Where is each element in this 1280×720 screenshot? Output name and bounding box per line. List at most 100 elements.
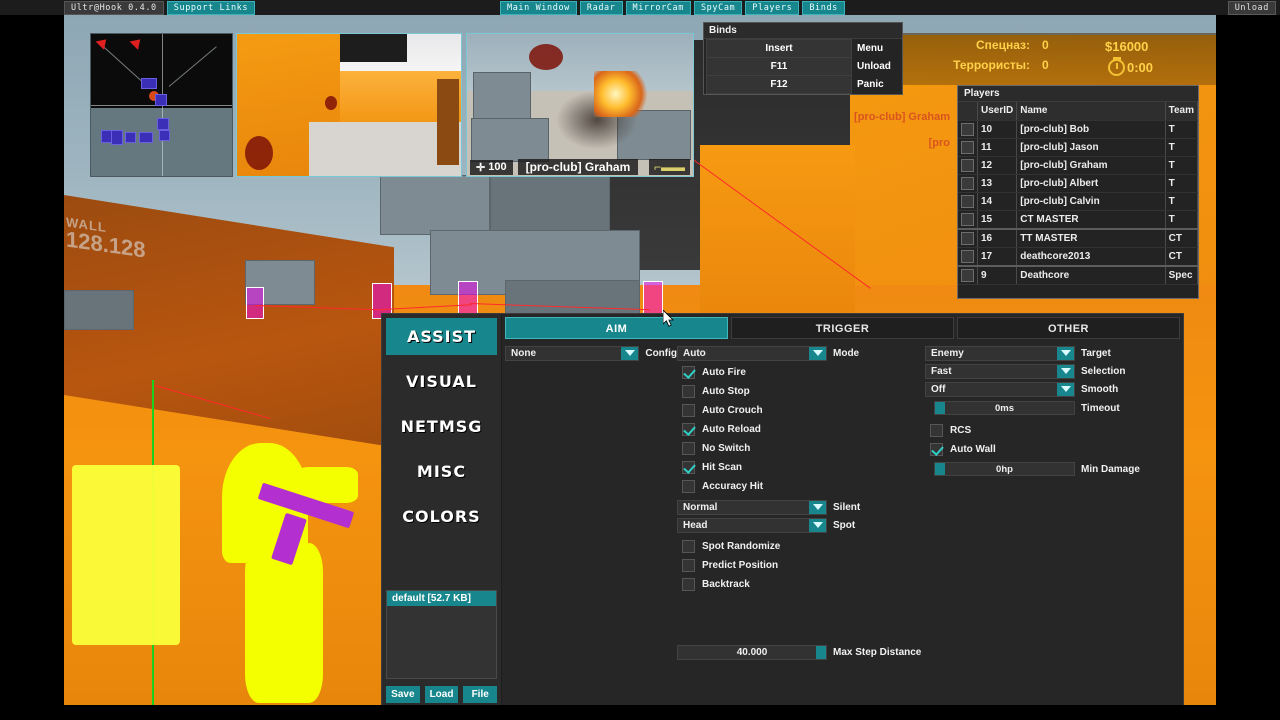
checkbox-row-auto-reload[interactable]: Auto Reload <box>677 420 925 438</box>
unload-button[interactable]: Unload <box>1227 1 1276 15</box>
menu-main-window[interactable]: Main Window <box>500 1 577 15</box>
table-row[interactable]: 13 [pro-club] Albert T <box>958 174 1198 193</box>
selection-dropdown[interactable]: Fast <box>925 363 1075 379</box>
checkbox-row-auto-crouch[interactable]: Auto Crouch <box>677 401 925 419</box>
bind-key[interactable]: F12 <box>706 75 852 94</box>
tab-aim[interactable]: AIM <box>505 317 728 339</box>
sidebar-item-visual[interactable]: VISUAL <box>386 363 497 400</box>
checkbox-row-auto-stop[interactable]: Auto Stop <box>677 382 925 400</box>
timeout-slider[interactable]: 0ms <box>934 401 1075 415</box>
table-row[interactable]: 12 [pro-club] Graham T <box>958 156 1198 175</box>
player-select-cell[interactable] <box>958 192 978 211</box>
config-file-item[interactable]: default [52.7 KB] <box>387 591 496 606</box>
mirrorcam-panel[interactable] <box>236 33 462 177</box>
checkbox-accuracy-hit[interactable] <box>682 479 695 493</box>
timeout-slider-row[interactable]: 0ms Timeout <box>925 400 1175 416</box>
menu-players[interactable]: Players <box>745 1 800 15</box>
checkbox-row-spot-randomize[interactable]: Spot Randomize <box>677 537 925 555</box>
player-select-cell[interactable] <box>958 174 978 193</box>
players-window[interactable]: Players UserID Name Team 10 [pro-club] B… <box>957 85 1199 299</box>
player-select-cell[interactable] <box>958 227 978 248</box>
chevron-down-icon[interactable] <box>809 346 826 360</box>
chevron-down-icon[interactable] <box>621 346 639 360</box>
sidebar-item-misc[interactable]: MISC <box>386 453 497 490</box>
checkbox-auto-reload[interactable] <box>682 422 695 436</box>
tab-trigger[interactable]: TRIGGER <box>731 317 954 339</box>
mode-dropdown-row[interactable]: Auto Mode <box>677 345 925 361</box>
slider-handle[interactable] <box>935 463 945 475</box>
player-select-cell[interactable] <box>958 120 978 139</box>
checkbox-hit-scan[interactable] <box>682 460 695 474</box>
menu-mirrorcam[interactable]: MirrorCam <box>625 1 691 15</box>
player-select-cell[interactable] <box>958 247 978 266</box>
player-checkbox[interactable] <box>961 194 974 208</box>
chevron-down-icon[interactable] <box>809 518 826 532</box>
selection-dropdown-row[interactable]: Fast Selection <box>925 363 1175 379</box>
menu-spycam[interactable]: SpyCam <box>693 1 743 15</box>
sidebar-item-netmsg[interactable]: NETMSG <box>386 408 497 445</box>
table-row[interactable]: 16 TT MASTER CT <box>958 227 1198 248</box>
player-checkbox[interactable] <box>961 231 974 245</box>
player-checkbox[interactable] <box>961 249 974 263</box>
player-checkbox[interactable] <box>961 268 974 282</box>
checkbox-row-auto-wall[interactable]: Auto Wall <box>925 440 1175 458</box>
table-row[interactable]: 17 deathcore2013 CT <box>958 247 1198 266</box>
table-row[interactable]: 14 [pro-club] Calvin T <box>958 192 1198 211</box>
checkbox-auto-crouch[interactable] <box>682 403 695 417</box>
chevron-down-icon[interactable] <box>1057 364 1074 378</box>
tab-other[interactable]: OTHER <box>957 317 1180 339</box>
max-step-distance-slider[interactable]: 40.000 <box>677 645 827 660</box>
player-select-cell[interactable] <box>958 138 978 157</box>
mode-dropdown[interactable]: Auto <box>677 345 827 361</box>
chevron-down-icon[interactable] <box>1057 346 1074 360</box>
menu-radar[interactable]: Radar <box>579 1 623 15</box>
spycam-panel[interactable]: ✛ 100 [pro-club] Graham ⌐▬▬ <box>466 33 694 177</box>
player-select-cell[interactable] <box>958 210 978 229</box>
smooth-dropdown-row[interactable]: Off Smooth <box>925 381 1175 397</box>
checkbox-row-accuracy-hit[interactable]: Accuracy Hit <box>677 477 925 495</box>
bind-row[interactable]: F11 Unload <box>706 57 900 76</box>
radar-window[interactable] <box>90 33 233 177</box>
player-select-cell[interactable] <box>958 264 978 285</box>
chevron-down-icon[interactable] <box>1057 382 1074 396</box>
checkbox-row-hit-scan[interactable]: Hit Scan <box>677 458 925 476</box>
file-button[interactable]: File <box>463 686 498 703</box>
sidebar-item-colors[interactable]: COLORS <box>386 498 497 535</box>
slider-handle[interactable] <box>816 646 826 659</box>
checkbox-rcs[interactable] <box>930 423 943 437</box>
support-links-button[interactable]: Support Links <box>166 0 256 15</box>
cheat-main-window[interactable]: ASSIST VISUAL NETMSG MISC COLORS default… <box>381 313 1184 708</box>
target-dropdown[interactable]: Enemy <box>925 345 1075 361</box>
silent-dropdown[interactable]: Normal <box>677 499 827 515</box>
player-select-cell[interactable] <box>958 156 978 175</box>
sidebar-item-assist[interactable]: ASSIST <box>386 318 497 355</box>
checkbox-row-backtrack[interactable]: Backtrack <box>677 575 925 593</box>
table-row[interactable]: 10 [pro-club] Bob T <box>958 120 1198 139</box>
spot-dropdown-row[interactable]: Head Spot <box>677 517 925 533</box>
table-row[interactable]: 11 [pro-club] Jason T <box>958 138 1198 157</box>
load-button[interactable]: Load <box>424 686 459 703</box>
max-step-distance-row[interactable]: 40.000 Max Step Distance <box>677 645 921 660</box>
checkbox-row-predict-position[interactable]: Predict Position <box>677 556 925 574</box>
menu-binds[interactable]: Binds <box>802 1 845 15</box>
bind-key[interactable]: F11 <box>706 57 852 76</box>
checkbox-backtrack[interactable] <box>682 577 695 591</box>
binds-window[interactable]: Binds Insert Menu F11 Unload F12 Panic <box>703 22 903 95</box>
table-row[interactable]: 15 CT MASTER T <box>958 210 1198 229</box>
slider-handle[interactable] <box>935 402 945 414</box>
bind-row[interactable]: F12 Panic <box>706 75 900 94</box>
checkbox-spot-randomize[interactable] <box>682 539 695 553</box>
player-checkbox[interactable] <box>961 122 974 136</box>
bind-row[interactable]: Insert Menu <box>706 39 900 58</box>
player-checkbox[interactable] <box>961 158 974 172</box>
checkbox-row-no-switch[interactable]: No Switch <box>677 439 925 457</box>
checkbox-auto-stop[interactable] <box>682 384 695 398</box>
checkbox-auto-wall[interactable] <box>930 442 943 456</box>
player-checkbox[interactable] <box>961 140 974 154</box>
min-damage-slider-row[interactable]: 0hp Min Damage <box>925 461 1175 477</box>
checkbox-row-rcs[interactable]: RCS <box>925 421 1175 439</box>
target-dropdown-row[interactable]: Enemy Target <box>925 345 1175 361</box>
checkbox-row-auto-fire[interactable]: Auto Fire <box>677 363 925 381</box>
silent-dropdown-row[interactable]: Normal Silent <box>677 499 925 515</box>
config-file-list[interactable]: default [52.7 KB] <box>386 590 497 679</box>
